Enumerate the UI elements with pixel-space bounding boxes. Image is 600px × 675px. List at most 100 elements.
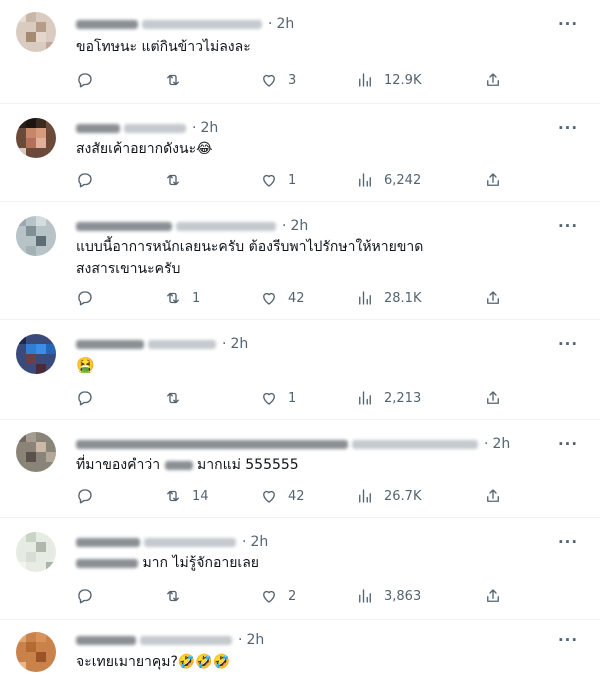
separator-dot: ·: [282, 218, 287, 234]
more-options-icon[interactable]: ···: [556, 14, 580, 34]
retweet-count: 1: [192, 290, 201, 306]
timestamp[interactable]: 2h: [276, 16, 294, 32]
handle-blurred[interactable]: [144, 537, 236, 547]
handle-blurred[interactable]: [352, 439, 478, 449]
share-button[interactable]: [484, 70, 502, 90]
timestamp[interactable]: 2h: [200, 120, 218, 136]
views-button[interactable]: 2,213: [356, 388, 421, 408]
retweet-button[interactable]: 14: [164, 486, 209, 506]
display-name-blurred[interactable]: [76, 439, 348, 449]
avatar[interactable]: [16, 432, 56, 472]
retweet-button[interactable]: [164, 586, 182, 606]
reply-button[interactable]: [76, 70, 94, 90]
share-button[interactable]: [484, 486, 502, 506]
handle-blurred[interactable]: [176, 221, 276, 231]
like-count: 2: [288, 588, 297, 604]
retweet-icon: [167, 174, 179, 186]
tweet[interactable]: · 2h ··· ขอโทษนะ แต่กินข้าวไม่ลงละ 3 12.…: [0, 0, 600, 104]
more-options-icon[interactable]: ···: [556, 630, 580, 650]
retweet-icon: [167, 292, 179, 304]
views-button[interactable]: 12.9K: [356, 70, 421, 90]
display-name-blurred[interactable]: [76, 221, 172, 231]
more-options-icon[interactable]: ···: [556, 532, 580, 552]
tweet-header: · 2h: [76, 630, 264, 650]
tweet-text: จะเทยเมายาคุม?🤣🤣🤣: [76, 654, 231, 670]
retweet-button[interactable]: [164, 388, 182, 408]
handle-blurred[interactable]: [140, 635, 232, 645]
separator-dot: ·: [222, 336, 227, 352]
views-button[interactable]: 6,242: [356, 170, 421, 190]
share-button[interactable]: [484, 586, 502, 606]
tweet-text-line: สงสารเขานะครับ: [76, 261, 181, 277]
heart-icon: [263, 392, 275, 405]
avatar[interactable]: [16, 118, 56, 158]
reply-button[interactable]: [76, 586, 94, 606]
timestamp[interactable]: 2h: [492, 436, 510, 452]
more-options-icon[interactable]: ···: [556, 334, 580, 354]
tweet-text: ขอโทษนะ แต่กินข้าวไม่ลงละ: [76, 39, 251, 55]
timestamp[interactable]: 2h: [250, 534, 268, 550]
views-button[interactable]: 28.1K: [356, 288, 421, 308]
avatar[interactable]: [16, 532, 56, 572]
like-button[interactable]: 42: [260, 288, 305, 308]
tweet[interactable]: · 2h ··· 🤮 1 2,213: [0, 320, 600, 420]
tweet-header: · 2h: [76, 118, 218, 138]
view-count: 2,213: [384, 390, 422, 406]
tweet[interactable]: · 2h ··· จะเทยเมายาคุม?🤣🤣🤣: [0, 620, 600, 675]
avatar[interactable]: [16, 216, 56, 256]
display-name-blurred[interactable]: [76, 339, 144, 349]
views-button[interactable]: 3,863: [356, 586, 421, 606]
like-count: 1: [288, 172, 297, 188]
share-button[interactable]: [484, 288, 502, 308]
timestamp[interactable]: 2h: [246, 632, 264, 648]
reply-button[interactable]: [76, 170, 94, 190]
reply-button[interactable]: [76, 388, 94, 408]
reply-button[interactable]: [76, 288, 94, 308]
separator-dot: ·: [242, 534, 247, 550]
handle-blurred[interactable]: [148, 339, 216, 349]
more-options-icon[interactable]: ···: [556, 118, 580, 138]
timestamp[interactable]: 2h: [230, 336, 248, 352]
tweet-text-line: แบบนี้อาการหนักเลยนะครับ ต้องรีบพาไปรักษ…: [76, 239, 424, 255]
tweet[interactable]: · 2h ··· สงสัยเค้าอยากดังนะ😂 1 6,242: [0, 104, 600, 202]
like-button[interactable]: 2: [260, 586, 296, 606]
like-button[interactable]: 1: [260, 170, 296, 190]
more-options-icon[interactable]: ···: [556, 434, 580, 454]
handle-blurred[interactable]: [142, 19, 262, 29]
avatar[interactable]: [16, 632, 56, 672]
retweet-button[interactable]: [164, 170, 182, 190]
like-button[interactable]: 42: [260, 486, 305, 506]
separator-dot: ·: [238, 632, 243, 648]
reply-icon: [78, 291, 92, 306]
view-count: 6,242: [384, 172, 422, 188]
display-name-blurred[interactable]: [76, 537, 140, 547]
display-name-blurred[interactable]: [76, 635, 136, 645]
share-button[interactable]: [484, 388, 502, 408]
views-button[interactable]: 26.7K: [356, 486, 421, 506]
separator-dot: ·: [484, 436, 489, 452]
more-options-icon[interactable]: ···: [556, 216, 580, 236]
tweet-header: · 2h: [76, 216, 308, 236]
tweet-text: แบบนี้อาการหนักเลยนะครับ ต้องรีบพาไปรักษ…: [76, 236, 566, 280]
separator-dot: ·: [268, 16, 273, 32]
share-button[interactable]: [484, 170, 502, 190]
timestamp[interactable]: 2h: [290, 218, 308, 234]
tweet[interactable]: · 2h ··· มาก ไม่รู้จักอายเลย 2 3,863: [0, 518, 600, 620]
display-name-blurred[interactable]: [76, 19, 138, 29]
retweet-button[interactable]: [164, 70, 182, 90]
tweet[interactable]: · 2h ··· ที่มาของคำว่า มากแม่ 555555 14 …: [0, 420, 600, 518]
tweet[interactable]: · 2h ··· แบบนี้อาการหนักเลยนะครับ ต้องรี…: [0, 202, 600, 320]
reply-button[interactable]: [76, 486, 94, 506]
separator-dot: ·: [192, 120, 197, 136]
avatar[interactable]: [16, 12, 56, 52]
avatar[interactable]: [16, 334, 56, 374]
like-button[interactable]: 1: [260, 388, 296, 408]
retweet-button[interactable]: 1: [164, 288, 200, 308]
display-name-blurred[interactable]: [76, 123, 120, 133]
like-button[interactable]: 3: [260, 70, 296, 90]
handle-blurred[interactable]: [124, 123, 186, 133]
share-icon: [487, 589, 499, 602]
like-count: 1: [288, 390, 297, 406]
tweet-text-segment: มาก ไม่รู้จักอายเลย: [142, 555, 259, 571]
share-icon: [487, 73, 499, 86]
